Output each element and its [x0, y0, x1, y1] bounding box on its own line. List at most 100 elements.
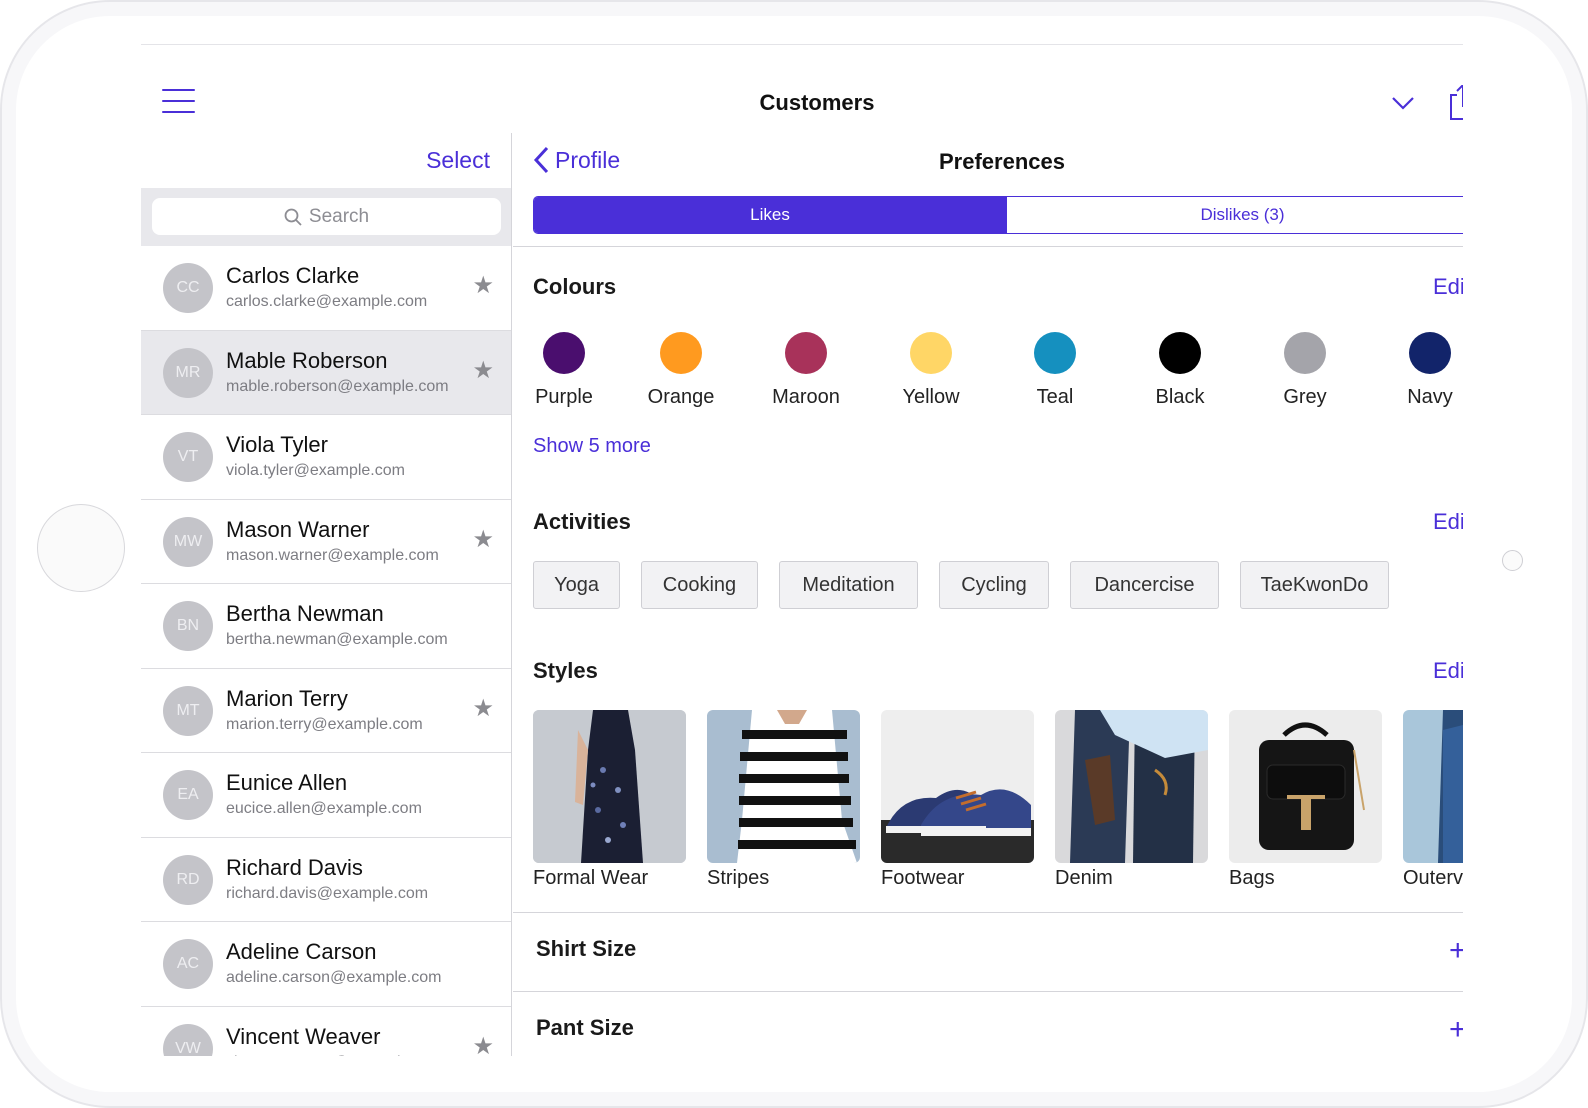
footwear-image [881, 710, 1034, 863]
contact-name: Bertha Newman [226, 601, 384, 626]
contact-email: eucice.allen@example.com [226, 800, 422, 817]
contact-row[interactable]: VW Vincent Weaver vincent.weaver@example.c… [141, 1007, 511, 1057]
pant-size-row[interactable]: Pant Size + [513, 991, 1463, 1056]
contact-name: Mason Warner [226, 516, 370, 542]
star-icon[interactable]: ★ [472, 696, 494, 721]
style-card-stripes[interactable]: Stripes [707, 710, 860, 890]
contact-name: Mable Roberson [226, 347, 388, 373]
colour-dot [1284, 332, 1326, 374]
activity-chip[interactable]: Cooking [641, 561, 758, 609]
activity-chip[interactable]: Meditation [779, 561, 918, 609]
contact-name: Carlos Clarke [226, 263, 360, 288]
style-label: Stripes [707, 867, 770, 889]
contact-name: Marion Terry [226, 685, 348, 711]
contact-row[interactable]: MW Mason Warner mason.warner@example.com ★ [141, 500, 511, 584]
avatar: RD [163, 854, 213, 905]
colour-swatch[interactable]: Black [1125, 332, 1235, 409]
avatar: MR [163, 347, 213, 398]
activity-chip[interactable]: Yoga [533, 561, 620, 609]
app-screen: Customers Select Search CC Carlos Clarke… [141, 44, 1463, 1056]
colour-dot [1409, 332, 1451, 374]
style-card-outerwear[interactable]: Outerv [1403, 710, 1463, 890]
contact-row[interactable]: VT Viola Tyler viola.tyler@example.com [141, 415, 511, 500]
colour-label: Teal [1036, 386, 1074, 408]
style-label: Denim [1055, 867, 1113, 889]
contact-name: Richard Davis [226, 854, 363, 880]
contact-email: richard.davis@example.com [226, 884, 429, 902]
colour-swatch[interactable]: Maroon [751, 332, 861, 409]
style-card-denim[interactable]: Denim [1055, 710, 1208, 890]
activity-chip[interactable]: Cycling [939, 561, 1049, 609]
colour-dot [660, 332, 702, 374]
colour-label: Maroon [772, 386, 840, 408]
formal-wear-image [533, 710, 686, 863]
contact-name: Eunice Allen [226, 770, 348, 795]
contact-row[interactable]: RD Richard Davis richard.davis@example.com [141, 838, 511, 922]
avatar: EA [163, 770, 213, 820]
shirt-size-title: Shirt Size [536, 936, 637, 961]
colour-swatch[interactable]: Purple [513, 332, 619, 409]
denim-image [1055, 710, 1208, 863]
device-frame: Customers Select Search CC Carlos Clarke… [0, 0, 1588, 1108]
colour-swatch[interactable]: Grey [1250, 332, 1360, 409]
contact-row[interactable]: MT Marion Terry marion.terry@example.com ★ [141, 669, 511, 753]
contact-name: Viola Tyler [226, 432, 328, 457]
contact-email: marion.terry@example.com [226, 715, 423, 733]
activity-chip[interactable]: TaeKwonDo [1240, 561, 1389, 609]
contact-row[interactable]: CC Carlos Clarke carlos.clarke@example.com… [141, 246, 511, 331]
activities-section-title: Activities [533, 509, 631, 534]
colour-swatch[interactable]: Yellow [876, 332, 986, 409]
show-more-colours-link[interactable]: Show 5 more [533, 435, 651, 458]
shirt-size-row[interactable]: Shirt Size + [513, 912, 1463, 992]
home-button[interactable] [37, 504, 125, 592]
contact-email: vincent.weaver@example.com [226, 1054, 444, 1057]
tab-dislikes[interactable]: Dislikes (3) [1006, 197, 1463, 233]
style-card-footwear[interactable]: Footwear [881, 710, 1034, 890]
select-button[interactable]: Select [426, 147, 490, 174]
contact-row[interactable]: BN Bertha Newman bertha.newman@example.com [141, 584, 511, 669]
contact-row[interactable]: EA Eunice Allen eucice.allen@example.com [141, 753, 511, 838]
share-icon[interactable] [1449, 85, 1463, 121]
add-shirt-size-icon[interactable]: + [1449, 936, 1463, 966]
search-input[interactable]: Search [152, 198, 501, 235]
colour-swatch[interactable]: Navy [1375, 332, 1463, 409]
colours-edit-link[interactable]: Edi [1433, 274, 1463, 300]
avatar: VW [163, 1023, 213, 1056]
star-icon[interactable]: ★ [472, 274, 494, 298]
search-icon [284, 208, 302, 226]
avatar: CC [163, 263, 213, 313]
customer-list-pane: Select Search CC Carlos Clarke carlos.clar… [141, 133, 512, 1056]
search-placeholder: Search [308, 205, 370, 227]
app-title: Customers [759, 90, 875, 115]
search-bar: Search [141, 188, 511, 246]
colour-swatch[interactable]: Teal [1000, 332, 1110, 409]
pant-size-title: Pant Size [536, 1015, 634, 1040]
style-label: Footwear [881, 867, 965, 889]
colour-label: Orange [647, 386, 715, 408]
contact-email: viola.tyler@example.com [226, 462, 405, 479]
styles-edit-link[interactable]: Edi [1433, 658, 1463, 684]
style-label: Outerv [1403, 867, 1463, 889]
star-icon[interactable]: ★ [472, 527, 494, 552]
colour-label: Navy [1407, 386, 1453, 408]
style-card-bags[interactable]: Bags [1229, 710, 1382, 890]
contact-name: Vincent Weaver [226, 1023, 381, 1049]
avatar: AC [163, 939, 213, 989]
chevron-down-icon[interactable] [1391, 95, 1415, 111]
contact-row[interactable]: MR Mable Roberson mable.roberson@example.c… [141, 330, 511, 415]
style-card-formal-wear[interactable]: Formal Wear [533, 710, 686, 890]
colour-label: Black [1155, 386, 1205, 408]
activity-chip[interactable]: Dancercise [1070, 561, 1219, 609]
colour-dot [785, 332, 827, 374]
tab-likes[interactable]: Likes [534, 197, 1006, 233]
contact-name: Adeline Carson [226, 939, 377, 964]
colour-dot [910, 332, 952, 374]
star-icon[interactable]: ★ [472, 358, 494, 383]
colour-swatch[interactable]: Orange [626, 332, 736, 409]
activities-edit-link[interactable]: Edi [1433, 509, 1463, 535]
colour-label: Grey [1283, 386, 1327, 408]
add-pant-size-icon[interactable]: + [1449, 1015, 1463, 1045]
contact-row[interactable]: AC Adeline Carson adeline.carson@example.c… [141, 922, 511, 1007]
colour-label: Yellow [902, 386, 960, 408]
star-icon[interactable]: ★ [472, 1034, 494, 1056]
